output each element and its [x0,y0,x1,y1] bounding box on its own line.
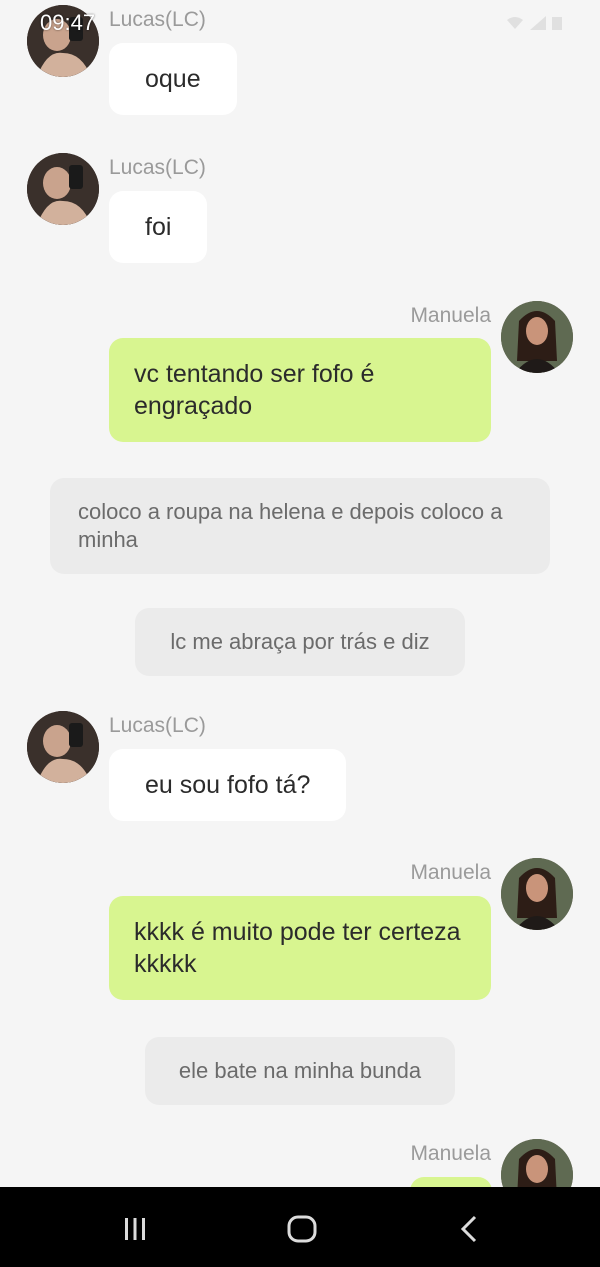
message-bubble-incoming[interactable]: foi [109,191,208,263]
avatar-lucas[interactable] [27,711,99,783]
sender-name: Lucas(LC) [109,156,206,179]
status-time: 09:47 [40,10,96,35]
recents-icon[interactable] [115,1209,155,1249]
sender-name: Lucas(LC) [109,714,206,737]
message-bubble-outgoing[interactable]: vc tentando ser fofo é engraçado [109,338,491,442]
sender-name: Manuela [410,1142,491,1165]
narration-message[interactable]: lc me abraça por trás e diz [135,608,465,676]
narration-message[interactable]: ele bate na minha bunda [145,1037,455,1105]
narration-message[interactable]: coloco a roupa na helena e depois coloco… [50,478,550,574]
message-bubble-outgoing[interactable]: kkkk é muito pode ter certeza kkkkk [109,896,491,1000]
navigation-bar [0,1187,600,1267]
home-icon[interactable] [282,1209,322,1249]
avatar-manuela[interactable] [501,301,573,373]
message-bubble-incoming[interactable]: eu sou fofo tá? [109,749,347,821]
battery-icon [552,16,562,35]
avatar-manuela[interactable] [501,858,573,930]
wifi-icon [506,16,524,35]
back-icon[interactable] [450,1209,490,1249]
message-bubble-incoming[interactable]: oque [109,43,237,115]
signal-icon [530,16,546,35]
sender-name: Manuela [410,304,491,327]
sender-name: Manuela [410,861,491,884]
status-icons [506,16,562,35]
avatar-lucas[interactable] [27,153,99,225]
sender-name: Lucas(LC) [109,8,206,31]
